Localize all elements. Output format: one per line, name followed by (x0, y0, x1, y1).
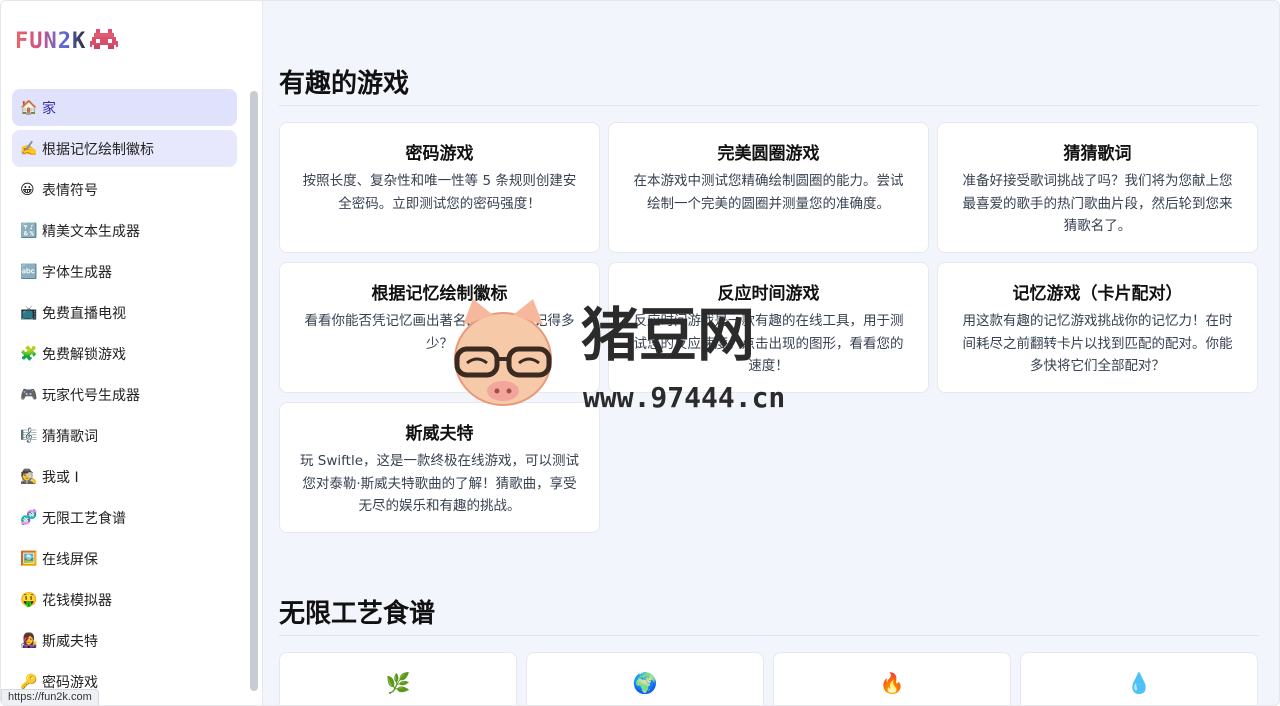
card-title: 猜猜歌词 (1063, 144, 1132, 164)
card-title: 密码游戏 (405, 144, 474, 164)
sidebar-item-unblocked-games[interactable]: 🧩 免费解锁游戏 (12, 335, 237, 372)
sidebar-item-label: 花钱模拟器 (42, 592, 112, 609)
sidebar-item-guess-lyrics[interactable]: 🎼 猜猜歌词 (12, 417, 237, 454)
space-invader-icon (90, 29, 119, 49)
globe-icon: 🌍 (632, 671, 658, 695)
watermark-title: 猪豆网 (581, 301, 755, 369)
recipe-card-earth[interactable]: 🌍 (526, 652, 764, 705)
fire-icon: 🔥 (879, 671, 905, 695)
game-card-guess-lyrics[interactable]: 猜猜歌词 准备好接受歌词挑战了吗？我们将为您献上您最喜爱的歌手的热门歌曲片段，然… (937, 122, 1258, 253)
sidebar-item-label: 斯威夫特 (42, 633, 98, 650)
sidebar-item-emoji[interactable]: 😀 表情符号 (12, 171, 237, 208)
sidebar-nav: 🏠 家 ✍️ 根据记忆绘制徽标 😀 表情符号 🔣 精美文本生成器 🔤 字体生成器… (12, 89, 237, 704)
recipe-card-fire[interactable]: 🔥 (773, 652, 1011, 705)
droplet-icon: 💧 (1126, 671, 1152, 695)
sidebar-item-label: 在线屏保 (42, 551, 98, 568)
section-divider (279, 635, 1259, 636)
sidebar-item-label: 根据记忆绘制徽标 (42, 141, 154, 158)
sidebar-item-swiftle[interactable]: 👩‍🎤 斯威夫特 (12, 622, 237, 659)
symbols-icon: 🔣 (20, 222, 38, 239)
sidebar-item-me-or-i[interactable]: 🕵️ 我或 I (12, 458, 237, 495)
singer-icon: 👩‍🎤 (20, 632, 38, 649)
card-description: 准备好接受歌词挑战了吗？我们将为您献上您最喜爱的歌手的热门歌曲片段，然后轮到您来… (962, 173, 1233, 234)
status-bar-url: https://fun2k.com (1, 689, 99, 705)
sidebar-scrollbar[interactable] (250, 91, 258, 691)
sidebar-item-infinite-craft[interactable]: 🧬 无限工艺食谱 (12, 499, 237, 536)
music-score-icon: 🎼 (20, 427, 38, 444)
sidebar-item-font-generator[interactable]: 🔤 字体生成器 (12, 253, 237, 290)
card-title: 记忆游戏（卡片配对） (1012, 284, 1183, 304)
sidebar-item-label: 我或 I (42, 469, 79, 486)
sidebar-item-label: 玩家代号生成器 (42, 387, 140, 404)
game-card-swiftle[interactable]: 斯威夫特 玩 Swiftle，这是一款终极在线游戏，可以测试您对泰勒·斯威夫特歌… (279, 402, 600, 533)
watermark-overlay: 猪豆网 www.97444.cn (454, 299, 785, 414)
card-title: 斯威夫特 (405, 424, 474, 444)
card-description: 用这款有趣的记忆游戏挑战你的记忆力！在时间耗尽之前翻转卡片以找到匹配的配对。你能… (962, 313, 1233, 374)
game-card-memory[interactable]: 记忆游戏（卡片配对） 用这款有趣的记忆游戏挑战你的记忆力！在时间耗尽之前翻转卡片… (937, 262, 1258, 393)
puzzle-icon: 🧩 (20, 345, 38, 362)
gamepad-icon: 🎮 (20, 386, 38, 403)
sidebar-item-label: 精美文本生成器 (42, 223, 140, 240)
writing-hand-icon: ✍️ (20, 140, 38, 157)
section-title-recipes: 无限工艺食谱 (279, 599, 436, 629)
card-title: 完美圆圈游戏 (717, 144, 820, 164)
sidebar-item-label: 家 (42, 100, 56, 117)
recipe-card-plant[interactable]: 🌿 (279, 652, 517, 705)
card-description: 按照长度、复杂性和唯一性等 5 条规则创建安全密码。立即测试您的密码强度！ (302, 173, 577, 212)
sidebar-item-fancy-text[interactable]: 🔣 精美文本生成器 (12, 212, 237, 249)
section-title-games: 有趣的游戏 (279, 69, 410, 99)
game-card-perfect-circle[interactable]: 完美圆圈游戏 在本游戏中测试您精确绘制圆圈的能力。尝试绘制一个完美的圆圈并测量您… (608, 122, 929, 253)
sidebar-item-label: 字体生成器 (42, 264, 112, 281)
site-logo[interactable]: FUN2K (15, 27, 119, 55)
watermark-url: www.97444.cn (583, 381, 785, 414)
game-card-password[interactable]: 密码游戏 按照长度、复杂性和唯一性等 5 条规则创建安全密码。立即测试您的密码强… (279, 122, 600, 253)
sidebar-item-label: 免费解锁游戏 (42, 346, 126, 363)
herb-icon: 🌿 (385, 671, 411, 695)
detective-icon: 🕵️ (20, 468, 38, 485)
smiley-icon: 😀 (20, 181, 35, 198)
sidebar-item-home[interactable]: 🏠 家 (12, 89, 237, 126)
sidebar-item-spend-money[interactable]: 🤑 花钱模拟器 (12, 581, 237, 618)
recipe-card-water[interactable]: 💧 (1020, 652, 1258, 705)
sidebar-item-label: 猜猜歌词 (42, 428, 98, 445)
sidebar-item-label: 表情符号 (42, 182, 98, 199)
dna-icon: 🧬 (20, 509, 38, 526)
key-icon: 🔑 (20, 673, 38, 690)
card-description: 玩 Swiftle，这是一款终极在线游戏，可以测试您对泰勒·斯威夫特歌曲的了解！… (299, 453, 580, 514)
sidebar-item-screensaver[interactable]: 🖼️ 在线屏保 (12, 540, 237, 577)
house-icon: 🏠 (20, 99, 38, 116)
tv-icon: 📺 (20, 304, 38, 321)
section-divider (279, 105, 1259, 106)
abc-icon: 🔤 (20, 263, 38, 280)
logo-text: FUN2K (15, 28, 87, 54)
money-face-icon: 🤑 (20, 591, 38, 608)
sidebar-item-draw-logo[interactable]: ✍️ 根据记忆绘制徽标 (12, 130, 237, 167)
picture-icon: 🖼️ (20, 550, 38, 567)
sidebar-item-label: 免费直播电视 (42, 305, 126, 322)
pig-mascot-icon (454, 299, 552, 406)
card-description: 在本游戏中测试您精确绘制圆圈的能力。尝试绘制一个完美的圆圈并测量您的准确度。 (633, 173, 904, 212)
sidebar-item-live-tv[interactable]: 📺 免费直播电视 (12, 294, 237, 331)
app-frame: FUN2K 🏠 家 ✍️ 根据记忆绘制徽标 😀 表情符号 🔣 精美文本生成器 🔤… (0, 0, 1280, 706)
sidebar-item-label: 无限工艺食谱 (42, 510, 126, 527)
sidebar: FUN2K 🏠 家 ✍️ 根据记忆绘制徽标 😀 表情符号 🔣 精美文本生成器 🔤… (1, 1, 263, 705)
sidebar-item-gamertag[interactable]: 🎮 玩家代号生成器 (12, 376, 237, 413)
